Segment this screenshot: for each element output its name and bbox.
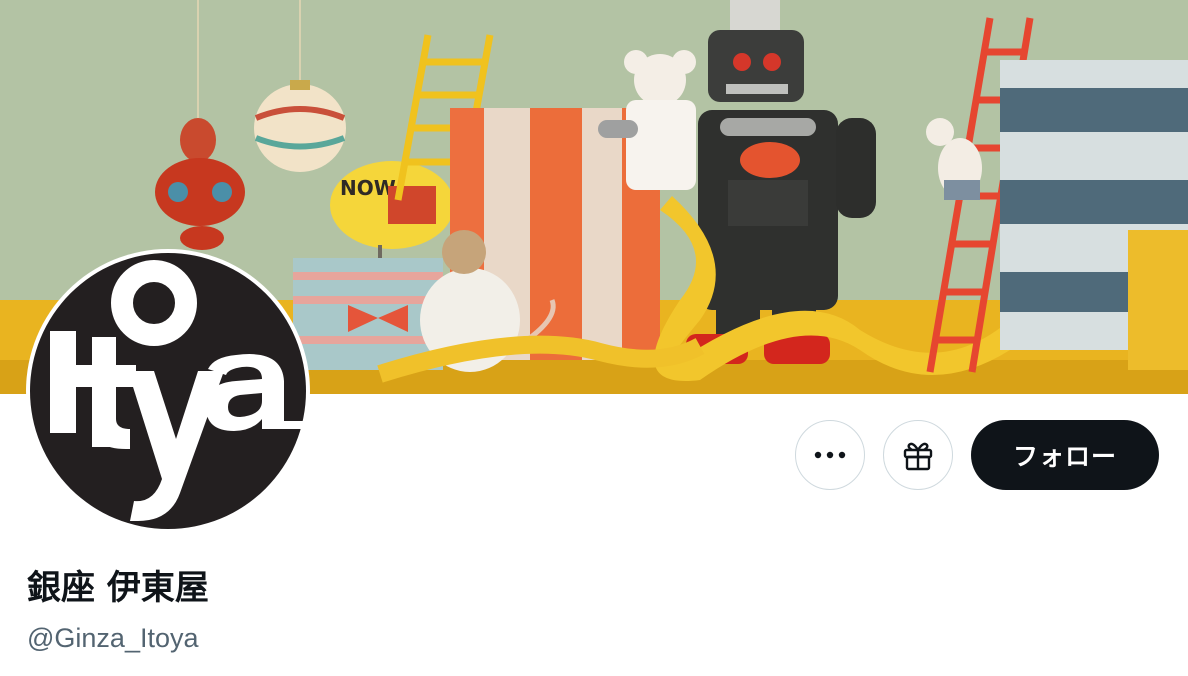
follow-button[interactable]: フォロー (971, 420, 1159, 490)
more-button[interactable] (795, 420, 865, 490)
profile-avatar[interactable] (26, 249, 310, 533)
gift-button[interactable] (883, 420, 953, 490)
profile-handle: @Ginza_Itoya (27, 623, 199, 653)
profile-display-name: 銀座 伊東屋 (27, 568, 209, 608)
more-horizontal-icon (814, 451, 846, 459)
itoya-logo (30, 253, 306, 529)
gift-icon (903, 442, 933, 471)
